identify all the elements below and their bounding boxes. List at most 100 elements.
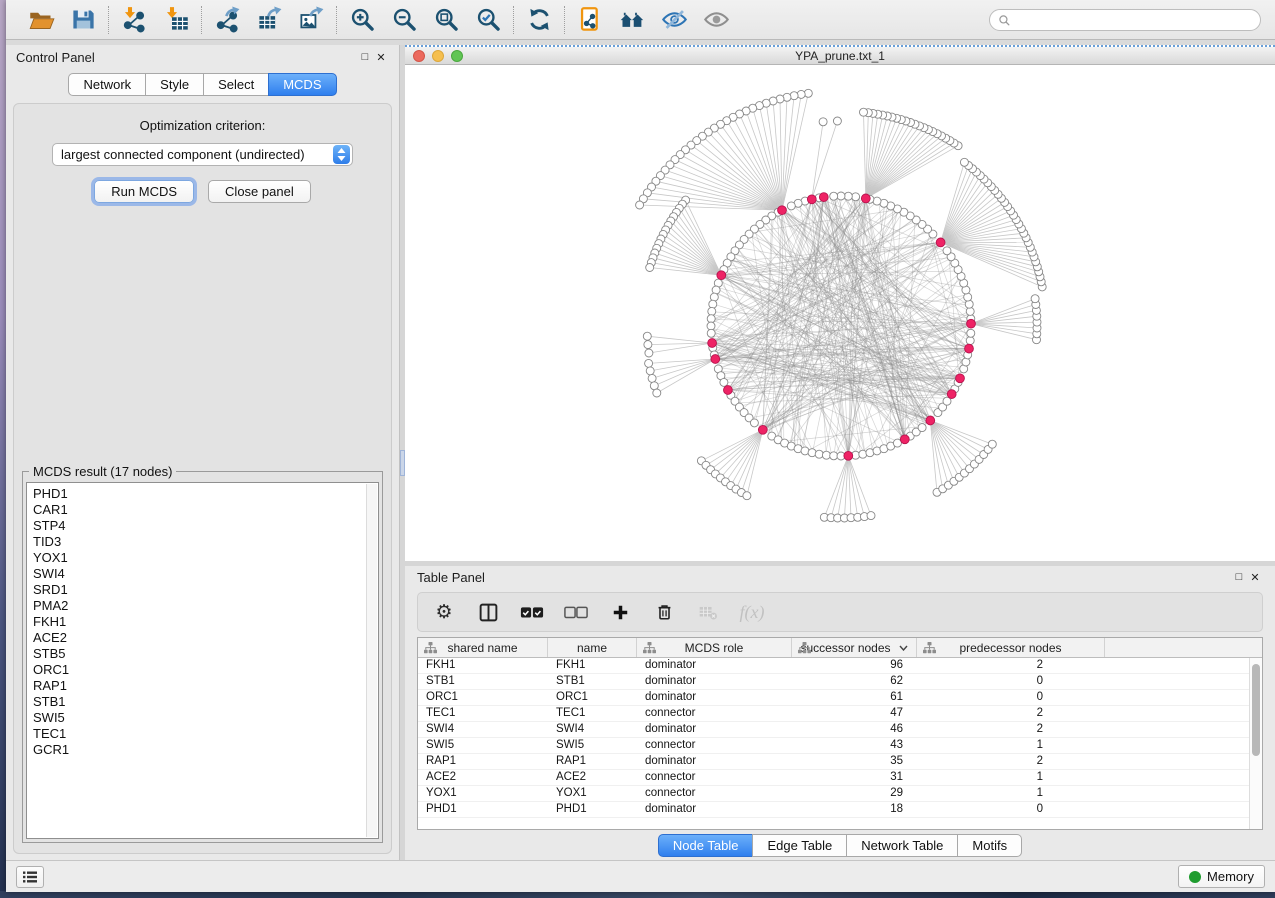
- export-image-button[interactable]: [297, 6, 325, 34]
- tab-network-table[interactable]: Network Table: [846, 834, 958, 857]
- mcds-result-item[interactable]: PHD1: [33, 486, 372, 502]
- mcds-result-item[interactable]: FKH1: [33, 614, 372, 630]
- task-history-button[interactable]: [16, 866, 44, 888]
- apply-preferred-layout-button[interactable]: [525, 6, 553, 34]
- delete-columns-button[interactable]: [652, 600, 676, 624]
- tab-network[interactable]: Network: [68, 73, 146, 96]
- table-cell: 0: [917, 674, 1105, 689]
- first-neighbors-button[interactable]: [618, 6, 646, 34]
- table-row[interactable]: SWI5SWI5connector431: [418, 738, 1249, 754]
- mcds-result-item[interactable]: RAP1: [33, 678, 372, 694]
- hide-selected-button[interactable]: [660, 6, 688, 34]
- column-header-name[interactable]: name: [548, 638, 637, 657]
- search-input[interactable]: [1011, 13, 1252, 27]
- show-all-button[interactable]: [702, 6, 730, 34]
- mcds-result-item[interactable]: STB5: [33, 646, 372, 662]
- column-header-shared-name[interactable]: shared name: [418, 638, 548, 657]
- memory-button[interactable]: Memory: [1178, 865, 1265, 888]
- mcds-result-item[interactable]: TID3: [33, 534, 372, 550]
- export-table-button[interactable]: [255, 6, 283, 34]
- float-panel-icon[interactable]: □: [357, 51, 373, 63]
- add-column-button[interactable]: [608, 600, 632, 624]
- mcds-result-item[interactable]: SWI5: [33, 710, 372, 726]
- optimization-criterion-select[interactable]: largest connected component (undirected): [52, 143, 353, 166]
- mcds-result-item[interactable]: GCR1: [33, 742, 372, 758]
- toolbar-group: [109, 6, 201, 34]
- tab-motifs[interactable]: Motifs: [957, 834, 1022, 857]
- table-row[interactable]: SWI4SWI4dominator462: [418, 722, 1249, 738]
- table-scrollbar[interactable]: [1249, 658, 1262, 829]
- table-cell: 1: [917, 738, 1105, 753]
- mcds-result-item[interactable]: SWI4: [33, 566, 372, 582]
- zoom-selected-button[interactable]: [474, 6, 502, 34]
- mcds-result-item[interactable]: PMA2: [33, 598, 372, 614]
- network-from-selection-button[interactable]: [576, 6, 604, 34]
- save-session-icon: [70, 6, 97, 33]
- close-panel-button[interactable]: Close panel: [208, 180, 311, 203]
- table-cell: 0: [917, 690, 1105, 705]
- select-stepper-icon: [333, 145, 350, 164]
- open-file-icon: [28, 6, 55, 33]
- table-row[interactable]: PHD1PHD1dominator180: [418, 802, 1249, 818]
- table-row[interactable]: TEC1TEC1connector472: [418, 706, 1249, 722]
- open-file-button[interactable]: [27, 6, 55, 34]
- select-all-columns-button[interactable]: [520, 600, 544, 624]
- table-row[interactable]: RAP1RAP1dominator352: [418, 754, 1249, 770]
- table-scrollbar-thumb[interactable]: [1252, 664, 1260, 756]
- column-header-successor-nodes[interactable]: successor nodes: [792, 638, 917, 657]
- mcds-result-item[interactable]: YOX1: [33, 550, 372, 566]
- mcds-result-item[interactable]: ACE2: [33, 630, 372, 646]
- table-cell: SWI4: [418, 722, 548, 737]
- column-type-icon: [424, 642, 437, 654]
- network-graph[interactable]: [405, 65, 1275, 561]
- optimization-criterion-label: Optimization criterion:: [22, 118, 383, 133]
- mcds-result-item[interactable]: TEC1: [33, 726, 372, 742]
- mcds-list-scrollbar[interactable]: [366, 484, 377, 837]
- table-cell: TEC1: [418, 706, 548, 721]
- close-table-panel-icon[interactable]: ✕: [1247, 571, 1263, 584]
- table-row[interactable]: FKH1FKH1dominator962: [418, 658, 1249, 674]
- table-settings-gear-button[interactable]: ⚙: [432, 600, 456, 624]
- tab-mcds[interactable]: MCDS: [268, 73, 336, 96]
- close-panel-icon[interactable]: ✕: [373, 51, 389, 64]
- import-table-button[interactable]: [162, 6, 190, 34]
- run-mcds-button[interactable]: Run MCDS: [94, 180, 194, 203]
- splitter-grip[interactable]: [400, 450, 405, 476]
- tab-select[interactable]: Select: [203, 73, 269, 96]
- float-table-panel-icon[interactable]: □: [1231, 571, 1247, 583]
- table-cell: 2: [917, 722, 1105, 737]
- search-field[interactable]: [989, 9, 1261, 31]
- zoom-fit-button[interactable]: [432, 6, 460, 34]
- import-network-button[interactable]: [120, 6, 148, 34]
- toolbar-group: [337, 6, 513, 34]
- unselect-all-columns-button[interactable]: [564, 600, 588, 624]
- tab-node-table[interactable]: Node Table: [658, 834, 754, 857]
- table-cell: 2: [917, 754, 1105, 769]
- zoom-out-button[interactable]: [390, 6, 418, 34]
- network-canvas[interactable]: [405, 65, 1275, 561]
- table-cell: dominator: [637, 690, 792, 705]
- mcds-result-item[interactable]: STB1: [33, 694, 372, 710]
- mcds-result-item[interactable]: ORC1: [33, 662, 372, 678]
- vertical-splitter[interactable]: [400, 45, 405, 860]
- mcds-tab-content: Optimization criterion: largest connecte…: [13, 103, 392, 854]
- toolbar-group: [514, 6, 564, 34]
- network-from-selection-icon: [577, 6, 604, 33]
- column-header-MCDS-role[interactable]: MCDS role: [637, 638, 792, 657]
- table-row[interactable]: YOX1YOX1connector291: [418, 786, 1249, 802]
- split-columns-button[interactable]: [476, 600, 500, 624]
- table-row[interactable]: ORC1ORC1dominator610: [418, 690, 1249, 706]
- tab-edge-table[interactable]: Edge Table: [752, 834, 847, 857]
- table-row[interactable]: ACE2ACE2connector311: [418, 770, 1249, 786]
- export-network-button[interactable]: [213, 6, 241, 34]
- mcds-result-item[interactable]: SRD1: [33, 582, 372, 598]
- save-session-button[interactable]: [69, 6, 97, 34]
- zoom-in-button[interactable]: [348, 6, 376, 34]
- table-row[interactable]: STB1STB1dominator620: [418, 674, 1249, 690]
- mcds-result-list[interactable]: PHD1CAR1STP4TID3YOX1SWI4SRD1PMA2FKH1ACE2…: [26, 482, 379, 839]
- mcds-result-item[interactable]: STP4: [33, 518, 372, 534]
- mcds-buttons: Run MCDS Close panel: [22, 180, 383, 203]
- mcds-result-item[interactable]: CAR1: [33, 502, 372, 518]
- column-header-predecessor-nodes[interactable]: predecessor nodes: [917, 638, 1105, 657]
- tab-style[interactable]: Style: [145, 73, 204, 96]
